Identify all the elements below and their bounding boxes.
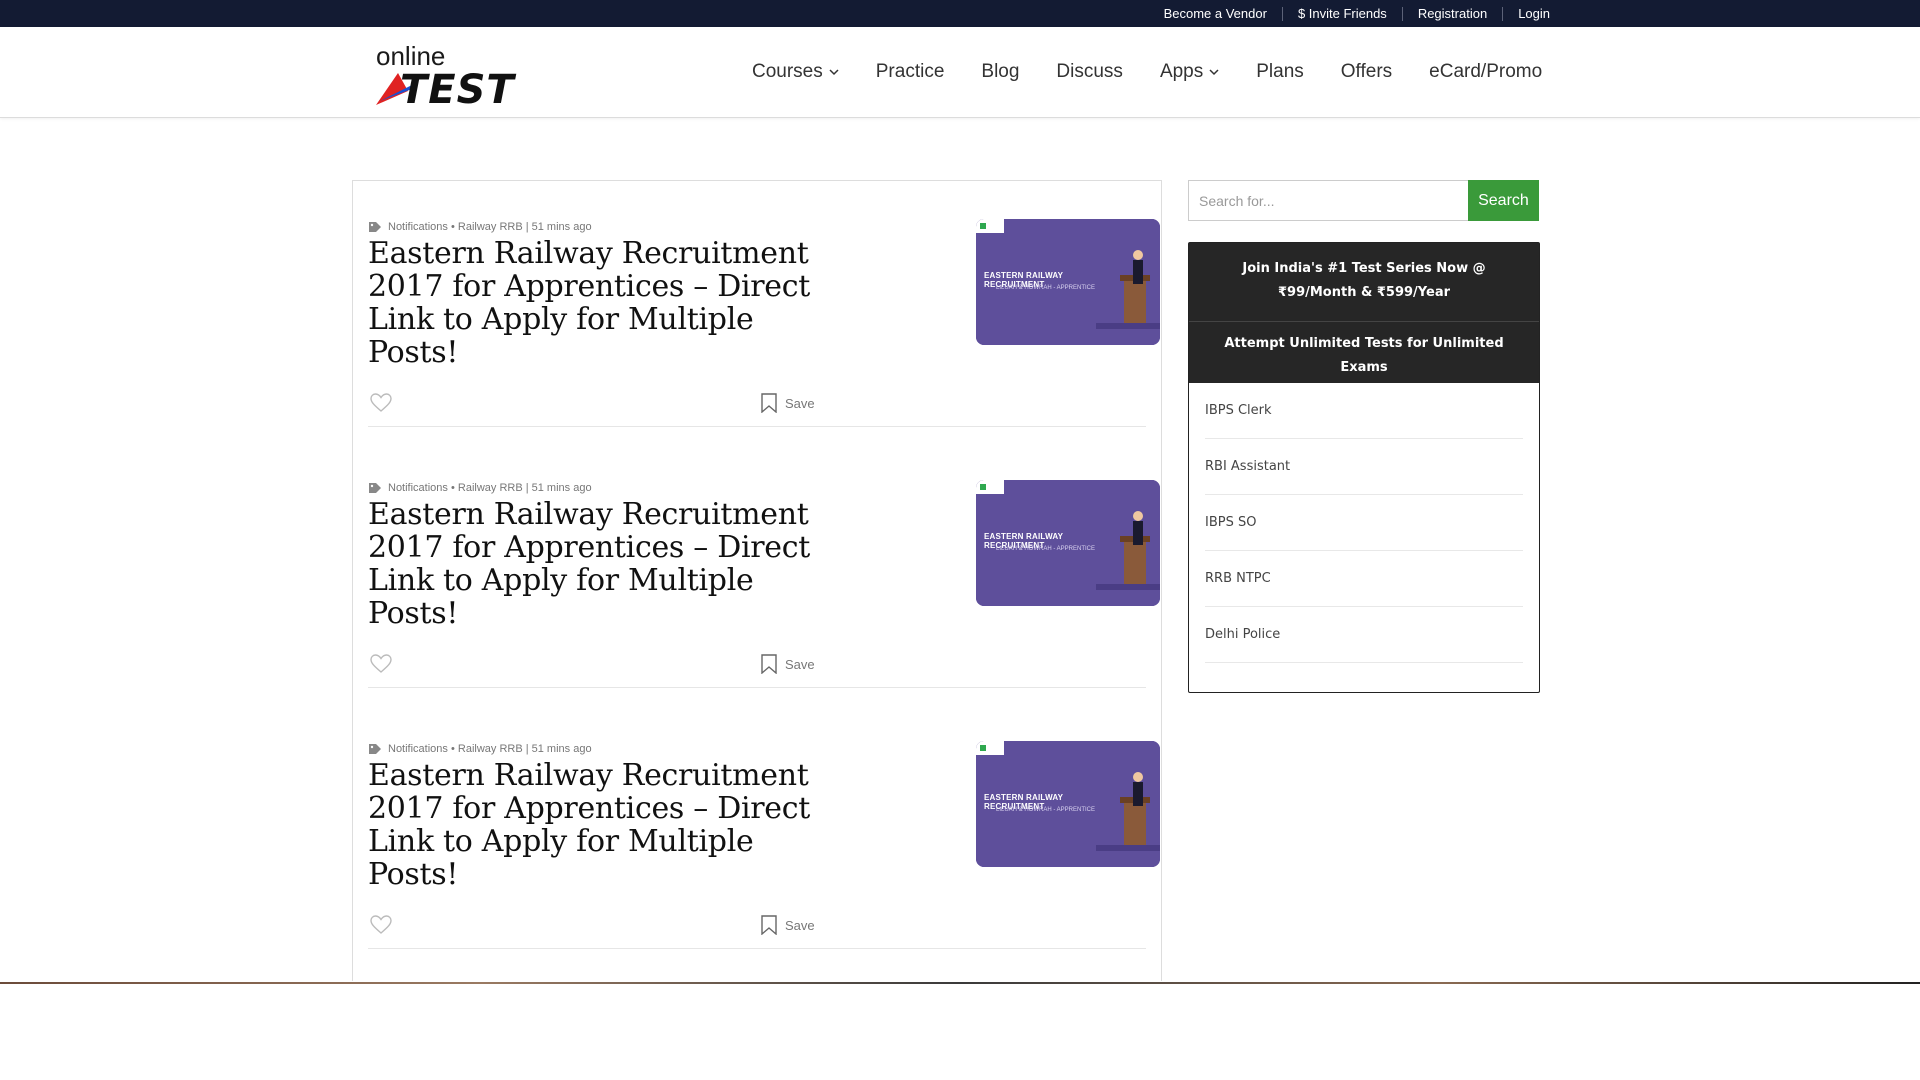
nav-discuss[interactable]: Discuss (1056, 61, 1123, 83)
blank-footer-area (0, 984, 1920, 1080)
exam-item-ibps-clerk[interactable]: IBPS Clerk (1205, 383, 1523, 439)
like-heart-icon[interactable] (370, 654, 392, 674)
save-button[interactable]: Save (761, 393, 815, 413)
logo-text-test: TEST (400, 67, 516, 109)
exam-label: RRB NTPC (1205, 571, 1271, 586)
nav-courses-label: Courses (752, 61, 823, 82)
post-feed: Notifications • Railway RRB | 51 mins ag… (352, 180, 1162, 981)
bookmark-icon (761, 915, 777, 935)
login-link[interactable]: Login (1502, 6, 1550, 21)
post-title[interactable]: Eastern Railway Recruitment 2017 for App… (368, 759, 838, 891)
bookmark-icon (761, 654, 777, 674)
save-label: Save (785, 395, 815, 411)
exam-label: IBPS Clerk (1205, 403, 1272, 418)
nav-apps[interactable]: Apps (1160, 61, 1219, 83)
post-meta: Notifications • Railway RRB | 51 mins ag… (368, 743, 592, 755)
post-title[interactable]: Eastern Railway Recruitment 2017 for App… (368, 498, 838, 630)
nav-plans-label: Plans (1256, 61, 1304, 82)
sidebar-search: Search (1188, 180, 1539, 221)
save-label: Save (785, 656, 815, 672)
promo-line-1: Join India's #1 Test Series Now @ ₹99/Mo… (1242, 261, 1486, 300)
post-title[interactable]: Eastern Railway Recruitment 2017 for App… (368, 237, 838, 369)
invite-friends-link[interactable]: $ Invite Friends (1281, 6, 1402, 21)
top-utility-bar: Become a Vendor $ Invite Friends Registr… (0, 0, 1920, 27)
post-card: Notifications • Railway RRB | 51 mins ag… (368, 703, 1160, 949)
exam-label: RBI Assistant (1205, 459, 1291, 474)
post-card: Notifications • Railway RRB | 51 mins ag… (368, 442, 1160, 688)
logo-graphic: online TEST (376, 41, 516, 113)
exam-label: Delhi Police (1205, 627, 1281, 642)
site-logo[interactable]: online TEST (372, 41, 540, 113)
nav-discuss-label: Discuss (1056, 61, 1123, 82)
main-nav: Courses Practice Blog Discuss Apps Plans… (752, 27, 1542, 117)
exam-item-rrb-ntpc[interactable]: RRB NTPC (1205, 551, 1523, 607)
nav-ecard-promo-label: eCard/Promo (1429, 61, 1543, 82)
save-button[interactable]: Save (761, 915, 815, 935)
tag-icon (369, 222, 381, 232)
nav-offers-label: Offers (1340, 61, 1393, 82)
nav-apps-label: Apps (1159, 61, 1204, 82)
post-thumbnail[interactable]: EASTERN RAILWAY RECRUITMENT LILUAH & HOW… (976, 480, 1160, 606)
thumbnail-subtitle: LILUAH & HOWRAH - APPRENTICE (996, 546, 1096, 552)
main-header: online TEST Courses Practice Blog Discus… (0, 27, 1920, 118)
nav-ecard-promo[interactable]: eCard/Promo (1429, 61, 1542, 83)
nav-practice-label: Practice (875, 61, 945, 82)
chevron-down-icon (1209, 69, 1219, 76)
post-thumbnail[interactable]: EASTERN RAILWAY RECRUITMENT LILUAH & HOW… (976, 741, 1160, 867)
nav-plans[interactable]: Plans (1256, 61, 1304, 83)
exam-label: IBPS SO (1205, 515, 1257, 530)
tag-icon (369, 483, 381, 493)
post-meta: Notifications • Railway RRB | 51 mins ag… (368, 482, 592, 494)
like-heart-icon[interactable] (370, 393, 392, 413)
post-thumbnail[interactable]: EASTERN RAILWAY RECRUITMENT LILUAH & HOW… (976, 219, 1160, 345)
post-meta-text[interactable]: Notifications • Railway RRB | 51 mins ag… (388, 482, 592, 494)
thumbnail-subtitle: LILUAH & HOWRAH - APPRENTICE (996, 807, 1096, 813)
promo-line-2: Attempt Unlimited Tests for Unlimited Ex… (1224, 336, 1504, 375)
thumbnail-subtitle: LILUAH & HOWRAH - APPRENTICE (996, 285, 1096, 291)
nav-offers[interactable]: Offers (1341, 61, 1392, 83)
test-series-promo: Join India's #1 Test Series Now @ ₹99/Mo… (1188, 242, 1540, 693)
tag-icon (369, 744, 381, 754)
nav-practice[interactable]: Practice (876, 61, 945, 83)
post-meta: Notifications • Railway RRB | 51 mins ag… (368, 221, 592, 233)
exam-list: IBPS Clerk RBI Assistant IBPS SO RRB NTP… (1189, 383, 1539, 663)
exam-item-delhi-police[interactable]: Delhi Police (1205, 607, 1523, 663)
nav-blog[interactable]: Blog (981, 61, 1019, 83)
save-label: Save (785, 917, 815, 933)
post-meta-text[interactable]: Notifications • Railway RRB | 51 mins ag… (388, 221, 592, 233)
top-links: Become a Vendor $ Invite Friends Registr… (1149, 0, 1550, 27)
nav-blog-label: Blog (981, 61, 1020, 82)
nav-courses[interactable]: Courses (752, 61, 839, 83)
chevron-down-icon (829, 69, 839, 76)
exam-item-ibps-so[interactable]: IBPS SO (1205, 495, 1523, 551)
post-card: Notifications • Railway RRB | 51 mins ag… (368, 181, 1160, 427)
save-button[interactable]: Save (761, 654, 815, 674)
like-heart-icon[interactable] (370, 915, 392, 935)
search-button[interactable]: Search (1467, 180, 1539, 221)
bookmark-icon (761, 393, 777, 413)
post-meta-text[interactable]: Notifications • Railway RRB | 51 mins ag… (388, 743, 592, 755)
exam-item-rbi-assistant[interactable]: RBI Assistant (1205, 439, 1523, 495)
become-vendor-link[interactable]: Become a Vendor (1149, 6, 1282, 21)
registration-link[interactable]: Registration (1401, 6, 1502, 21)
search-input[interactable] (1188, 180, 1468, 221)
promo-header[interactable]: Join India's #1 Test Series Now @ ₹99/Mo… (1189, 243, 1539, 383)
